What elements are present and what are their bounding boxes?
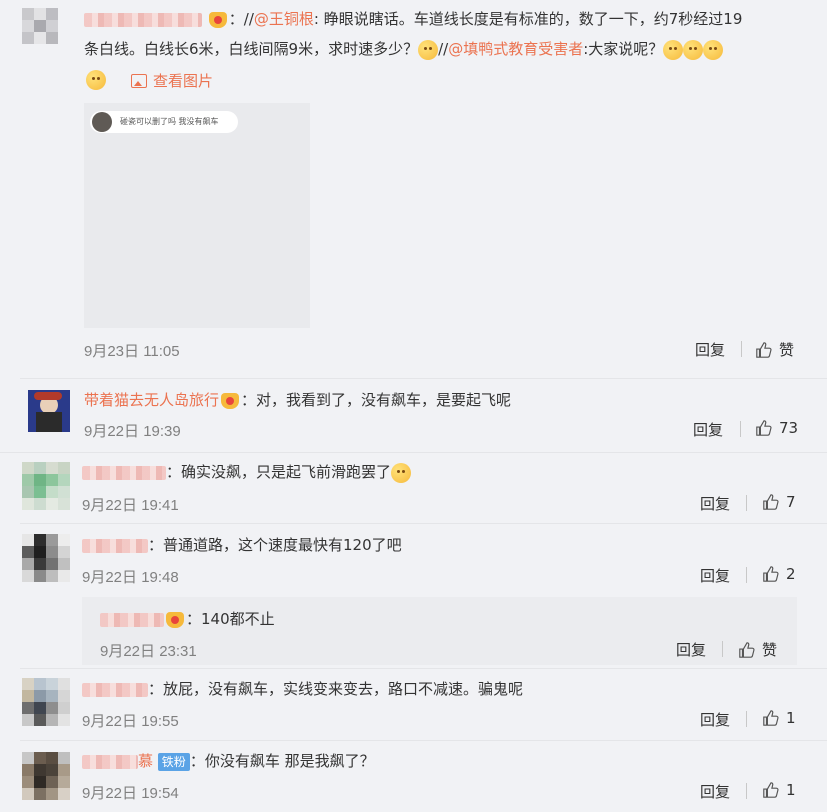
like-button[interactable]: 赞	[755, 339, 794, 360]
like-button[interactable]: 2	[762, 565, 796, 583]
divider	[20, 523, 827, 524]
divider	[20, 740, 827, 741]
comment-text: ：放屁，没有飙车，实线变来变去，路口不减速。骗鬼呢	[82, 678, 523, 700]
reply-time: 9月22日 23:31	[100, 643, 197, 660]
like-button[interactable]: 1	[762, 781, 796, 799]
like-icon	[763, 710, 779, 726]
divider	[0, 452, 827, 453]
username[interactable]: 带着猫去无人岛旅行	[84, 391, 219, 409]
username[interactable]	[82, 538, 148, 553]
like-icon	[739, 641, 755, 658]
comment-time: 9月23日 11:05	[84, 343, 180, 360]
divider	[741, 341, 742, 357]
username[interactable]	[100, 612, 164, 627]
divider	[740, 421, 741, 437]
fan-badge: 铁粉	[157, 752, 190, 771]
like-icon	[763, 566, 779, 582]
like-icon	[763, 494, 779, 510]
comment-time: 9月22日 19:55	[82, 713, 179, 730]
username-suffix[interactable]: 慕	[138, 752, 153, 770]
username[interactable]	[82, 682, 148, 697]
image-avatar	[92, 112, 112, 132]
comment-text: ：确实没飙，只是起飞前滑跑罢了	[82, 461, 412, 483]
emoji-icon	[391, 462, 412, 483]
vip-badge-icon	[208, 11, 227, 28]
mention-link[interactable]: @王铜根	[254, 10, 314, 28]
comment-text: 带着猫去无人岛旅行 ：对，我看到了，没有飙车，是要起飞呢	[84, 391, 512, 409]
comment-text: ：普通道路，这个速度最快有120了吧	[82, 534, 402, 556]
reply-button[interactable]: 回复	[676, 639, 706, 660]
comment-text-line1: ：//@王铜根: 睁眼说瞎话。车道线长度是有标准的，数了一下，约7秒经过19	[84, 8, 742, 30]
avatar[interactable]	[22, 534, 70, 582]
like-icon	[756, 420, 772, 436]
divider	[722, 641, 723, 657]
like-button[interactable]: 1	[762, 709, 796, 727]
emoji-icon	[683, 39, 704, 60]
like-button[interactable]: 7	[762, 493, 796, 511]
divider	[20, 378, 827, 379]
username[interactable]	[82, 465, 166, 480]
reply-text: ：140都不止	[100, 608, 275, 630]
reply-button[interactable]: 回复	[700, 493, 730, 514]
divider	[746, 567, 747, 583]
emoji-icon	[703, 39, 724, 60]
like-icon	[763, 782, 779, 798]
comment-text: 慕 铁粉 ：你没有飙车 那是我飙了？	[82, 750, 375, 772]
like-button[interactable]: 73	[755, 419, 798, 437]
username[interactable]	[84, 12, 202, 27]
divider	[746, 783, 747, 799]
emoji-icon	[418, 39, 439, 60]
divider	[746, 495, 747, 511]
avatar[interactable]	[22, 462, 70, 510]
divider	[20, 668, 827, 669]
vip-badge-icon	[166, 611, 184, 628]
like-button[interactable]: 赞	[738, 639, 777, 660]
avatar[interactable]	[22, 8, 62, 48]
comment-text-line2: 条白线。白线长6米，白线间隔9米，求时速多少？//@填鸭式教育受害者:大家说呢？	[84, 38, 724, 60]
comment-time: 9月22日 19:39	[84, 423, 181, 440]
reply-button[interactable]: 回复	[695, 339, 725, 360]
comment-time: 9月22日 19:54	[82, 785, 179, 802]
comment-image[interactable]: 碰瓷可以删了吗 我没有飙车	[84, 103, 310, 328]
emoji-icon	[663, 39, 684, 60]
view-image-link[interactable]: 查看图片	[131, 70, 213, 91]
image-icon	[131, 73, 147, 88]
mention-link[interactable]: @填鸭式教育受害者	[448, 40, 583, 58]
username[interactable]	[82, 754, 138, 769]
avatar[interactable]	[28, 390, 70, 432]
vip-badge-icon	[221, 392, 240, 409]
emoji-icon	[86, 70, 106, 90]
avatar[interactable]	[22, 678, 70, 726]
comment-time: 9月22日 19:41	[82, 497, 179, 514]
avatar[interactable]	[22, 752, 70, 800]
divider	[746, 711, 747, 727]
comment-time: 9月22日 19:48	[82, 569, 179, 586]
image-text: 碰瓷可以删了吗 我没有飙车	[90, 111, 238, 133]
reply-button[interactable]: 回复	[700, 565, 730, 586]
reply-button[interactable]: 回复	[700, 709, 730, 730]
reply-button[interactable]: 回复	[700, 781, 730, 802]
reply-button[interactable]: 回复	[693, 419, 723, 440]
like-icon	[756, 341, 772, 358]
